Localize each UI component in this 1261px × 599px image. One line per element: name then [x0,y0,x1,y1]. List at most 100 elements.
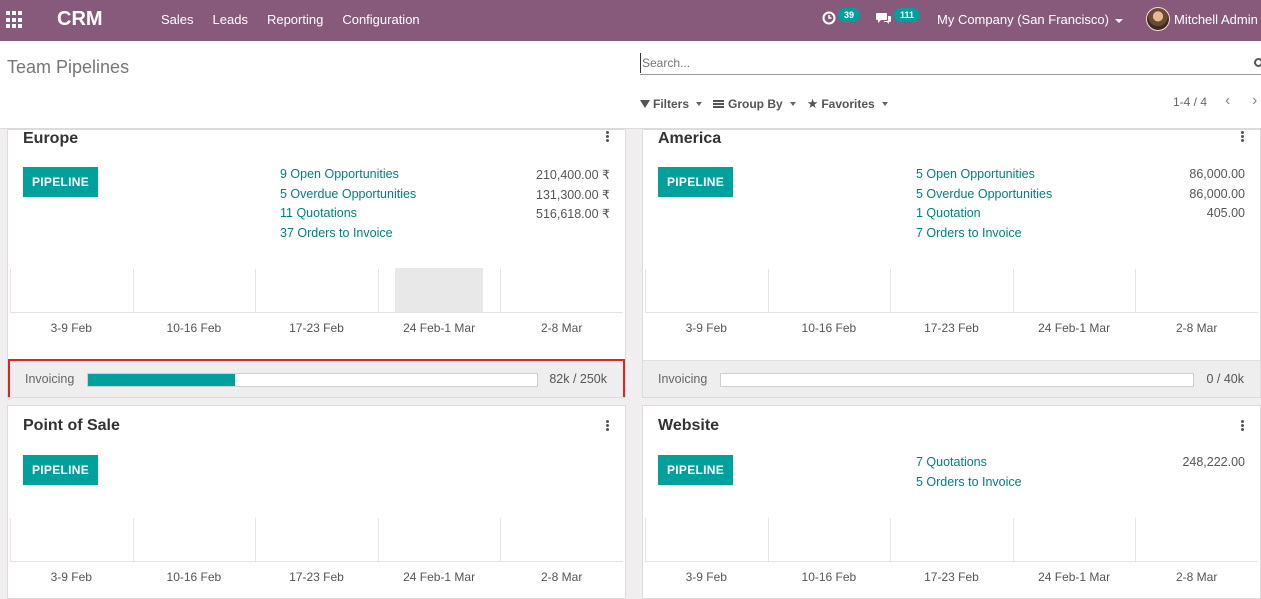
search-icon[interactable] [1254,58,1261,67]
main-menu: Sales Leads Reporting Configuration [161,12,439,27]
pager-next-icon[interactable]: › [1252,93,1257,109]
team-name[interactable]: Point of Sale [23,417,120,435]
invoicing-progress-bar [720,373,1194,387]
group-by-label: Group By [728,97,783,111]
team-graph[interactable]: 3-9 Feb 10-16 Feb 17-23 Feb 24 Feb-1 Mar… [10,518,623,593]
graph-label: 10-16 Feb [801,321,857,335]
team-stats: 9 Open Opportunities 210,400.00 ₹ 5 Overd… [280,167,610,245]
orders-to-invoice-link[interactable]: 7 Orders to Invoice [916,226,1022,246]
menu-item-reporting[interactable]: Reporting [267,12,323,27]
stat-row: 5 Overdue Opportunities 86,000.00 [916,187,1245,207]
invoicing-progress[interactable]: Invoicing 82k / 250k [8,359,625,397]
graph-column [1135,269,1258,312]
graph-column [132,269,256,312]
graph-column [1012,269,1136,312]
team-name[interactable]: America [658,130,721,148]
apps-menu-icon[interactable] [6,11,24,29]
filter-icon [640,100,650,108]
progress-fill [88,374,236,386]
overdue-opportunities-link[interactable]: 5 Overdue Opportunities [916,187,1052,207]
menu-item-sales[interactable]: Sales [161,12,194,27]
menu-item-configuration[interactable]: Configuration [342,12,419,27]
team-graph[interactable]: 3-9 Feb 10-16 Feb 17-23 Feb 24 Feb-1 Mar… [645,269,1258,344]
message-count-badge: 111 [894,8,921,22]
caret-down-icon [789,102,796,106]
group-by-dropdown[interactable]: Group By [713,96,796,112]
top-navbar: CRM Sales Leads Reporting Configuration … [0,0,1261,41]
open-opportunities-link[interactable]: 5 Open Opportunities [916,167,1035,187]
graph-label: 3-9 Feb [685,321,727,335]
caret-down-icon [1114,18,1123,23]
company-name: My Company (San Francisco) [937,12,1109,27]
quotations-link[interactable]: 1 Quotation [916,206,981,226]
control-panel: Team Pipelines Filters Group By ★Favorit… [0,41,1261,129]
pipeline-button[interactable]: PIPELINE [658,455,733,485]
quotations-link[interactable]: 11 Quotations [280,206,357,226]
search-input[interactable] [640,53,1240,73]
team-graph[interactable]: 3-9 Feb 10-16 Feb 17-23 Feb 24 Feb-1 Mar… [645,518,1258,593]
graph-label: 2-8 Mar [1176,321,1218,335]
graph-column [1135,518,1258,561]
favorites-label: Favorites [821,97,875,111]
graph-column [767,518,891,561]
company-switcher[interactable]: My Company (San Francisco) [937,12,1123,27]
graph-label: 24 Feb-1 Mar [1038,321,1111,335]
graph-label: 2-8 Mar [1176,570,1218,584]
user-menu[interactable]: Mitchell Admin [1174,12,1258,27]
graph-bar [394,268,483,312]
team-card-europe: Europe PIPELINE 9 Open Opportunities 210,… [7,129,626,398]
pager-previous-icon[interactable]: ‹ [1225,93,1230,109]
kebab-menu-icon[interactable] [1241,420,1244,431]
stat-value: 516,618.00 ₹ [536,207,610,221]
quotations-link[interactable]: 7 Quotations [916,455,987,475]
clock-icon [822,11,836,25]
graph-label: 24 Feb-1 Mar [403,570,476,584]
team-stats: 5 Open Opportunities 86,000.00 5 Overdue … [916,167,1245,245]
team-graph[interactable]: 3-9 Feb 10-16 Feb 17-23 Feb 24 Feb-1 Mar… [10,268,623,344]
pipeline-button[interactable]: PIPELINE [658,167,733,197]
kebab-menu-icon[interactable] [606,420,609,431]
graph-label: 17-23 Feb [289,321,344,335]
stat-row: 9 Open Opportunities 210,400.00 ₹ [280,167,610,187]
app-brand[interactable]: CRM [57,8,103,31]
invoicing-label: Invoicing [658,372,708,386]
kebab-menu-icon[interactable] [1241,131,1244,142]
invoicing-progress[interactable]: Invoicing 0 / 40k [643,360,1260,397]
team-card-america: America PIPELINE 5 Open Opportunities 86,… [642,129,1261,398]
invoicing-value: 0 / 40k [1206,372,1244,386]
pipeline-button[interactable]: PIPELINE [23,167,98,197]
favorites-dropdown[interactable]: ★ Favorites [807,96,888,112]
team-name[interactable]: Website [658,417,719,435]
overdue-opportunities-link[interactable]: 5 Overdue Opportunities [280,187,416,207]
graph-label: 10-16 Feb [801,570,857,584]
graph-label: 17-23 Feb [924,321,979,335]
orders-to-invoice-link[interactable]: 37 Orders to Invoice [280,226,393,246]
team-name[interactable]: Europe [23,130,78,148]
star-icon: ★ [806,96,819,111]
user-avatar[interactable] [1146,7,1170,31]
graph-column [10,269,133,312]
graph-label: 2-8 Mar [541,570,583,584]
stat-row: 5 Overdue Opportunities 131,300.00 ₹ [280,187,610,207]
stat-row: 11 Quotations 516,618.00 ₹ [280,206,610,226]
stat-value: 86,000.00 [1189,186,1245,201]
graph-label: 10-16 Feb [166,321,222,335]
pipeline-button[interactable]: PIPELINE [23,455,98,485]
invoicing-label: Invoicing [25,372,75,386]
kebab-menu-icon[interactable] [606,131,609,142]
graph-column [10,518,133,561]
menu-item-leads[interactable]: Leads [213,12,248,27]
graph-label: 3-9 Feb [50,570,92,584]
open-opportunities-link[interactable]: 9 Open Opportunities [280,167,399,187]
filters-dropdown[interactable]: Filters [640,96,703,112]
activity-menu[interactable]: 39 [822,8,861,25]
orders-to-invoice-link[interactable]: 5 Orders to Invoice [916,475,1022,495]
graph-label: 3-9 Feb [685,570,727,584]
graph-column [767,269,891,312]
graph-label: 17-23 Feb [289,570,344,584]
stat-row: 1 Quotation 405.00 [916,206,1245,226]
graph-label: 3-9 Feb [50,321,92,335]
messaging-menu[interactable]: 111 [876,8,921,25]
pager-value[interactable]: 1-4 / 4 [1173,95,1207,109]
graph-column [890,518,1013,561]
